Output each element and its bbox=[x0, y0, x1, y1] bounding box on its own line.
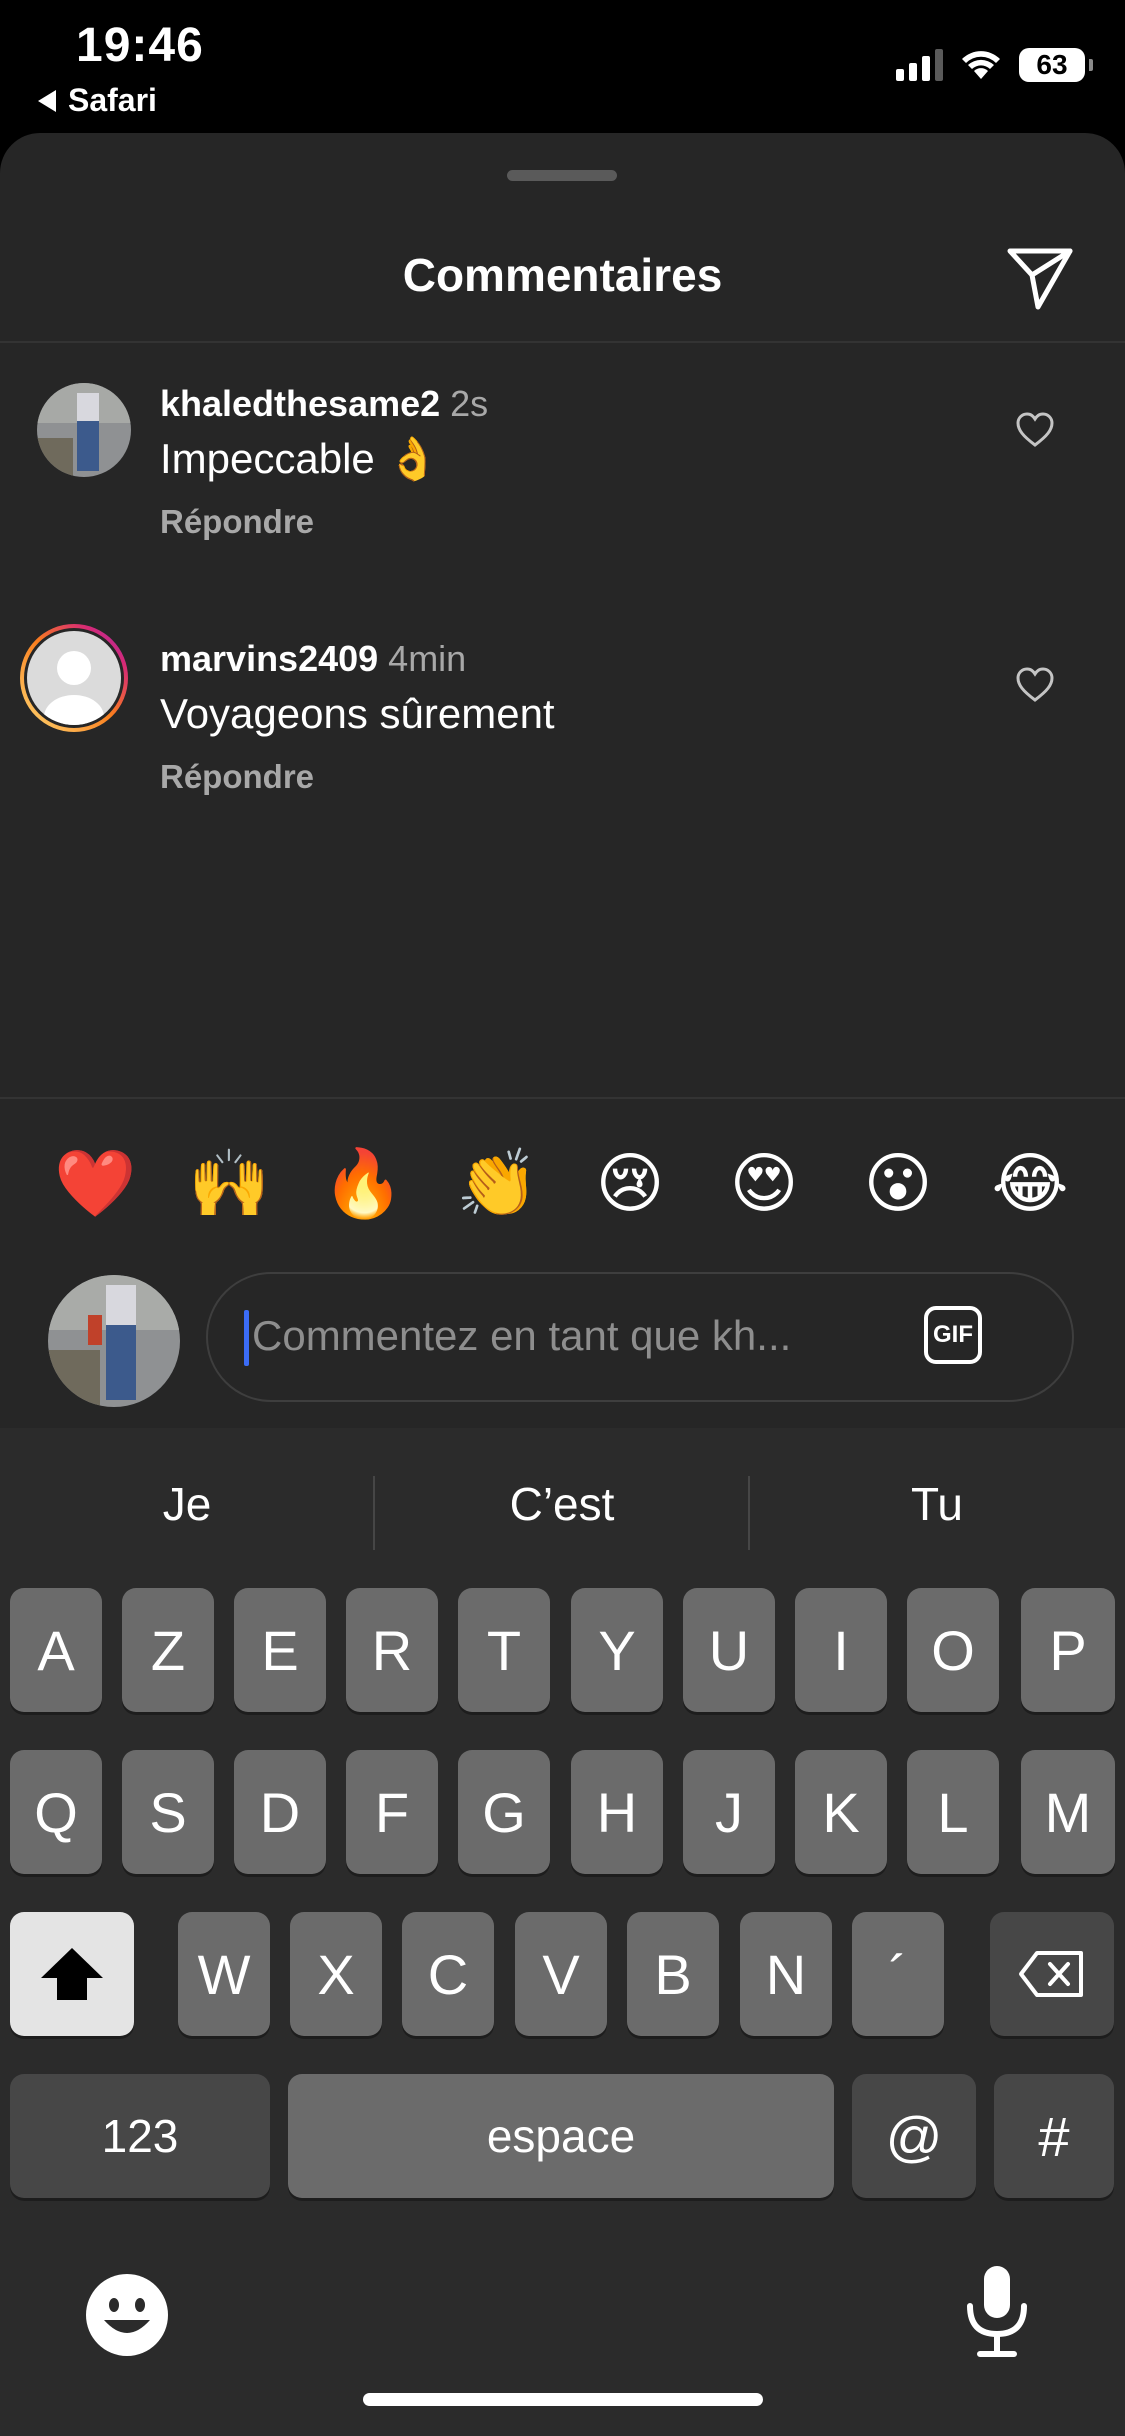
comment-time: 2s bbox=[450, 383, 489, 424]
emoji-quick-bar: ❤️ 🙌 🔥 👏 😢 😍 😮 😂 bbox=[0, 1143, 1125, 1223]
emoji-clap-button[interactable]: 👏 bbox=[456, 1143, 538, 1223]
emoji-fire-button[interactable]: 🔥 bbox=[322, 1143, 404, 1223]
back-arrow-icon bbox=[38, 89, 56, 112]
wifi-icon bbox=[962, 51, 1000, 79]
emoji-raised-hands-button[interactable]: 🙌 bbox=[188, 1143, 270, 1223]
backspace-key[interactable] bbox=[990, 1912, 1114, 2036]
heart-icon[interactable] bbox=[1015, 666, 1055, 706]
space-key[interactable]: espace bbox=[288, 2074, 834, 2198]
battery-level: 63 bbox=[1036, 49, 1068, 80]
reply-button[interactable]: Répondre bbox=[160, 503, 314, 541]
key-b[interactable]: B bbox=[627, 1912, 719, 2036]
key-h[interactable]: H bbox=[571, 1750, 663, 1874]
status-time: 19:46 bbox=[76, 19, 204, 72]
suggestion-item[interactable]: Je bbox=[0, 1466, 374, 1542]
key-q[interactable]: Q bbox=[10, 1750, 102, 1874]
key-r[interactable]: R bbox=[346, 1588, 438, 1712]
key-j[interactable]: J bbox=[683, 1750, 775, 1874]
avatar[interactable] bbox=[37, 383, 131, 477]
at-key[interactable]: @ bbox=[852, 2074, 976, 2198]
page-title: Commentaires bbox=[402, 249, 723, 301]
key-e[interactable]: E bbox=[234, 1588, 326, 1712]
heart-icon[interactable] bbox=[1015, 411, 1055, 451]
key-c[interactable]: C bbox=[402, 1912, 494, 2036]
comment-input-placeholder: Commentez en tant que kh... bbox=[252, 1312, 792, 1359]
numbers-key[interactable]: 123 bbox=[10, 2074, 270, 2198]
comment-username[interactable]: marvins2409 bbox=[160, 638, 378, 679]
emoji-divider bbox=[0, 1097, 1125, 1099]
avatar[interactable] bbox=[18, 622, 130, 734]
back-to-safari-link[interactable]: Safari bbox=[38, 82, 157, 119]
key-acute-accent[interactable]: ´ bbox=[852, 1912, 944, 2036]
comment-time: 4min bbox=[388, 638, 467, 679]
emoji-laughing-button[interactable]: 😂 bbox=[990, 1143, 1070, 1223]
send-icon[interactable] bbox=[1000, 233, 1080, 313]
back-app-label: Safari bbox=[68, 82, 157, 118]
key-s[interactable]: S bbox=[122, 1750, 214, 1874]
reply-button[interactable]: Répondre bbox=[160, 758, 314, 796]
key-i[interactable]: I bbox=[795, 1588, 887, 1712]
key-n[interactable]: N bbox=[740, 1912, 832, 2036]
hash-key[interactable]: # bbox=[994, 2074, 1114, 2198]
key-y[interactable]: Y bbox=[571, 1588, 663, 1712]
key-l[interactable]: L bbox=[907, 1750, 999, 1874]
key-w[interactable]: W bbox=[178, 1912, 270, 2036]
key-p[interactable]: P bbox=[1021, 1588, 1115, 1712]
current-user-avatar bbox=[48, 1275, 180, 1407]
key-v[interactable]: V bbox=[515, 1912, 607, 2036]
comment-input[interactable]: Commentez en tant que kh... GIF bbox=[206, 1272, 1074, 1402]
emoji-surprised-button[interactable]: 😮 bbox=[858, 1143, 938, 1223]
cellular-signal-icon bbox=[896, 49, 943, 81]
sheet-grabber[interactable] bbox=[507, 170, 617, 181]
key-z[interactable]: Z bbox=[122, 1588, 214, 1712]
header-divider bbox=[0, 341, 1125, 343]
microphone-icon[interactable] bbox=[962, 2264, 1032, 2360]
gif-button[interactable]: GIF bbox=[924, 1306, 982, 1364]
comment-text: Voyageons sûrement bbox=[160, 690, 555, 737]
key-f[interactable]: F bbox=[346, 1750, 438, 1874]
emoji-crying-button[interactable]: 😢 bbox=[590, 1143, 670, 1223]
key-k[interactable]: K bbox=[795, 1750, 887, 1874]
comment-item: khaledthesame2 2s Impeccable 👌 Répondre bbox=[0, 383, 1125, 563]
key-m[interactable]: M bbox=[1021, 1750, 1115, 1874]
comment-username[interactable]: khaledthesame2 bbox=[160, 383, 440, 424]
emoji-heart-eyes-button[interactable]: 😍 bbox=[724, 1143, 804, 1223]
key-x[interactable]: X bbox=[290, 1912, 382, 2036]
suggestion-item[interactable]: Tu bbox=[750, 1466, 1124, 1542]
backspace-icon bbox=[1019, 1951, 1083, 1997]
key-g[interactable]: G bbox=[458, 1750, 550, 1874]
key-u[interactable]: U bbox=[683, 1588, 775, 1712]
keyboard: Je C’est Tu A Z E R T Y U I O P Q S D F … bbox=[0, 1428, 1125, 2436]
comment-text: Impeccable 👌 bbox=[160, 435, 439, 482]
suggestion-item[interactable]: C’est bbox=[375, 1466, 749, 1542]
emoji-heart-button[interactable]: ❤️ bbox=[54, 1143, 136, 1223]
status-bar: 19:46 Safari 63 bbox=[0, 0, 1125, 135]
shift-arrow-icon bbox=[41, 1948, 103, 2000]
home-indicator[interactable] bbox=[363, 2393, 763, 2406]
key-o[interactable]: O bbox=[907, 1588, 999, 1712]
emoji-keyboard-icon[interactable] bbox=[84, 2272, 170, 2358]
key-d[interactable]: D bbox=[234, 1750, 326, 1874]
comment-item: marvins2409 4min Voyageons sûrement Répon… bbox=[0, 624, 1125, 818]
key-a[interactable]: A bbox=[10, 1588, 102, 1712]
status-icons: 63 bbox=[896, 48, 1093, 82]
battery-icon: 63 bbox=[1019, 48, 1093, 82]
predictive-bar: Je C’est Tu bbox=[0, 1466, 1125, 1550]
text-caret bbox=[244, 1310, 249, 1366]
comments-sheet: Commentaires khaledthesame2 2s Impeccable… bbox=[0, 133, 1125, 1433]
key-t[interactable]: T bbox=[458, 1588, 550, 1712]
shift-key[interactable] bbox=[10, 1912, 134, 2036]
